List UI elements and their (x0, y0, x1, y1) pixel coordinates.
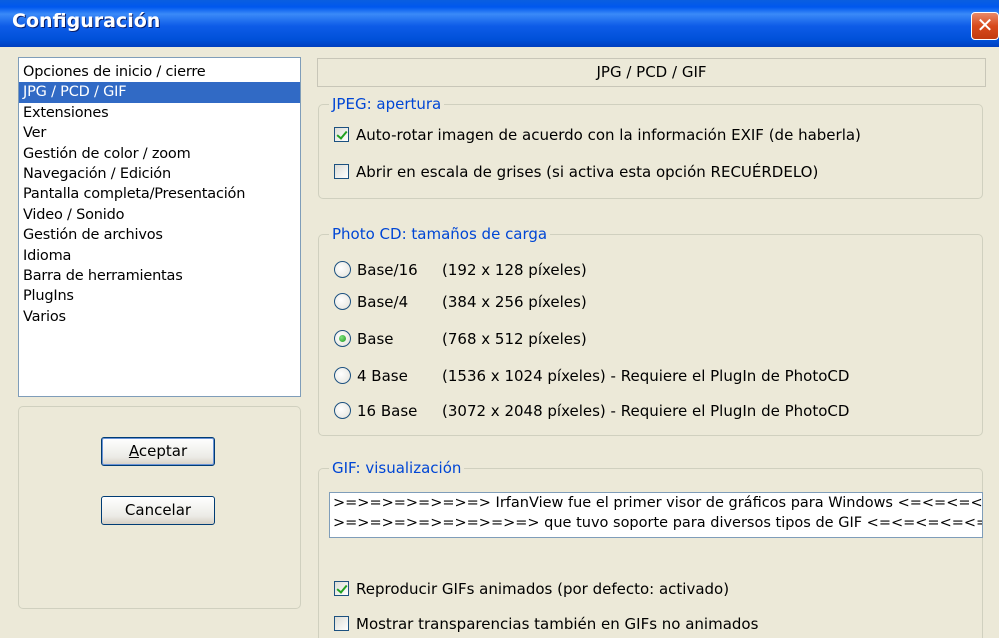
category-item-idioma[interactable]: Idioma (19, 246, 300, 266)
close-button[interactable]: ✕ (971, 12, 999, 40)
gif-info-line-1: >=>=>=>=>=>=> IrfanView fue el primer vi… (333, 495, 983, 511)
category-list[interactable]: Opciones de inicio / cierre JPG / PCD / … (18, 57, 301, 397)
category-item-pantalla-completa[interactable]: Pantalla completa/Presentación (19, 184, 300, 204)
category-item-jpg-pcd-gif[interactable]: JPG / PCD / GIF (19, 82, 300, 103)
category-item-extensiones[interactable]: Extensiones (19, 103, 300, 123)
accept-button[interactable]: Aceptar (101, 437, 215, 466)
gif-group-legend: GIF: visualización (329, 458, 465, 478)
category-item-opciones-inicio[interactable]: Opciones de inicio / cierre (19, 62, 300, 82)
play-animated-gifs-label[interactable]: Reproducir GIFs animados (por defecto: a… (356, 578, 729, 600)
auto-rotate-checkbox[interactable] (334, 127, 349, 142)
show-transparency-checkbox[interactable] (334, 616, 349, 631)
4base-radio[interactable] (334, 367, 351, 384)
16base-radio[interactable] (334, 402, 351, 419)
auto-rotate-label[interactable]: Auto-rotar imagen de acuerdo con la info… (356, 124, 861, 146)
base16-name[interactable]: Base/16 (357, 259, 418, 281)
base-radio[interactable] (334, 330, 351, 347)
jpeg-group-legend: JPEG: apertura (329, 94, 445, 114)
gif-group: GIF: visualización >=>=>=>=>=>=> IrfanVi… (318, 458, 983, 638)
dialog-buttons-group: Aceptar Cancelar (18, 406, 301, 609)
4base-desc: (1536 x 1024 píxeles) - Requiere el Plug… (442, 367, 850, 385)
16base-desc: (3072 x 2048 píxeles) - Requiere el Plug… (442, 402, 850, 420)
close-icon: ✕ (976, 13, 994, 37)
panel-title: JPG / PCD / GIF (317, 58, 986, 87)
category-item-navegacion[interactable]: Navegación / Edición (19, 164, 300, 184)
category-item-video-sonido[interactable]: Video / Sonido (19, 205, 300, 225)
accept-hotkey: A (128, 442, 139, 460)
4base-name[interactable]: 4 Base (357, 365, 408, 387)
show-transparency-label[interactable]: Mostrar transparencias también en GIFs n… (356, 613, 758, 635)
gif-info-text: >=>=>=>=>=>=> IrfanView fue el primer vi… (329, 492, 983, 538)
category-item-color-zoom[interactable]: Gestión de color / zoom (19, 144, 300, 164)
grayscale-checkbox[interactable] (334, 164, 349, 179)
photocd-group-legend: Photo CD: tamaños de carga (329, 224, 551, 244)
category-item-herramientas[interactable]: Barra de herramientas (19, 266, 300, 286)
category-item-ver[interactable]: Ver (19, 123, 300, 143)
window-title: Configuración (12, 10, 161, 32)
photocd-group: Photo CD: tamaños de carga Base/16 (192 … (318, 224, 983, 436)
gif-info-line-2: >=>=>=>=>=>=>=>=> que tuvo soporte para … (333, 515, 982, 531)
grayscale-label[interactable]: Abrir en escala de grises (si activa est… (356, 161, 818, 183)
play-animated-gifs-checkbox[interactable] (334, 581, 349, 596)
category-item-varios[interactable]: Varios (19, 307, 300, 327)
16base-name[interactable]: 16 Base (357, 400, 417, 422)
base-desc: (768 x 512 píxeles) (442, 330, 587, 348)
base4-desc: (384 x 256 píxeles) (442, 293, 587, 311)
accept-label: ceptar (138, 442, 188, 460)
base16-desc: (192 x 128 píxeles) (442, 261, 587, 279)
category-item-plugins[interactable]: PlugIns (19, 286, 300, 306)
jpeg-group: JPEG: apertura Auto-rotar imagen de acue… (318, 94, 983, 199)
base4-name[interactable]: Base/4 (357, 291, 408, 313)
cancel-button[interactable]: Cancelar (101, 496, 215, 525)
base16-radio[interactable] (334, 261, 351, 278)
category-item-archivos[interactable]: Gestión de archivos (19, 225, 300, 245)
title-bar: Configuración ✕ (0, 0, 999, 47)
base-name[interactable]: Base (357, 328, 394, 350)
base4-radio[interactable] (334, 293, 351, 310)
